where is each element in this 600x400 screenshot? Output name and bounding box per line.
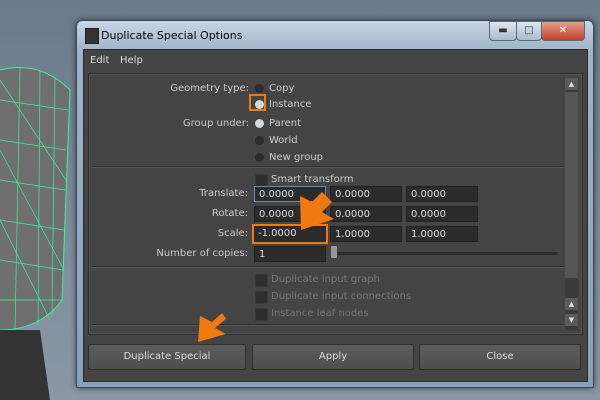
annotation-arrows [198,192,334,342]
arrow-icon [198,192,334,342]
